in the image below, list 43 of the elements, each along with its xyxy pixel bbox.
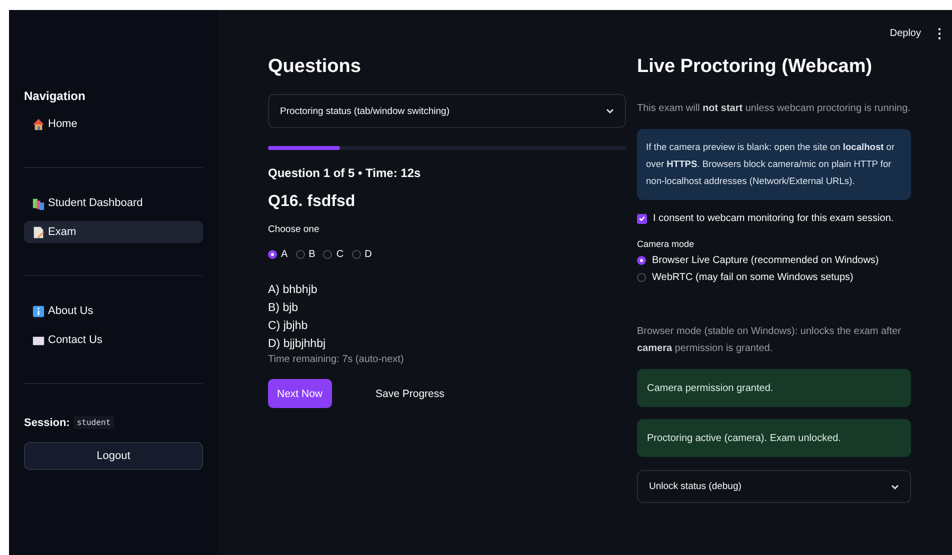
radio-option[interactable]: D [352,249,372,260]
info-alert: If the camera preview is blank: open the site on localhost or over HTTPS. Browsers block camera/mic on plain HTTP for non-localhost addresses (Network/External URLs). [637,129,911,200]
notice-text: This exam will not start unless webcam proctoring is running. [637,102,911,116]
radio-option[interactable]: A [268,249,288,260]
radio-option[interactable]: C [323,249,344,260]
prompt-label: Choose one [268,224,320,235]
question-title: Q16. fsdfsd [268,193,356,211]
session-label: Session: [24,416,70,428]
mode-note: Browser mode (stable on Windows): unlocks the exam after camera permission is granted. [637,325,902,356]
document-icon [32,226,45,238]
expander[interactable]: Proctoring status (tab/window switching) [268,94,626,128]
save-button[interactable]: Save Progress [354,379,466,408]
checkbox[interactable] [637,214,647,224]
menu-icon[interactable]: ⋮ [933,26,946,40]
sidebar-item[interactable]: Contact Us [24,329,203,351]
chart-icon [32,196,45,210]
next-button[interactable]: Next Now [268,379,332,408]
radio-option[interactable]: WebRTC (may fail on some Windows setups) [637,272,911,283]
radio-option[interactable]: B [296,249,316,260]
info-icon [32,304,45,318]
sidebar-item[interactable]: Student Dashboard [24,192,203,214]
sidebar-item[interactable]: Exam [24,221,203,243]
sidebar-item[interactable]: Home [24,113,203,135]
radio-option[interactable]: Browser Live Capture (recommended on Windows) [637,255,911,266]
answer-option: C) jbjhb [268,320,626,332]
success-alert: Proctoring active (camera). Exam unlocked. [637,419,911,457]
answer-option: A) bhbhjb [268,284,626,296]
sidebar-item[interactable]: About Us [24,300,203,322]
deploy-button[interactable]: Deploy [890,28,921,38]
answer-option: D) bjjbjhhbj [268,338,626,350]
sidebar-heading: Navigation [24,89,86,103]
question-counter: Question 1 of 5 • Time: 12s [268,166,422,180]
house-icon [32,118,45,130]
expander[interactable]: Unlock status (debug) [637,470,911,503]
session-user: student [74,416,114,429]
camera-mode-label: Camera mode [637,239,696,249]
timer-text: Time remaining: 7s (auto-next) [268,354,405,365]
section-title: Live Proctoring (Webcam) [637,56,874,79]
consent-label: I consent to webcam monitoring for this exam session. [653,213,894,224]
section-title: Questions [268,56,362,79]
success-alert: Camera permission granted. [637,369,911,407]
logout-button[interactable]: Logout [24,442,203,470]
answer-option: B) bjb [268,302,626,314]
